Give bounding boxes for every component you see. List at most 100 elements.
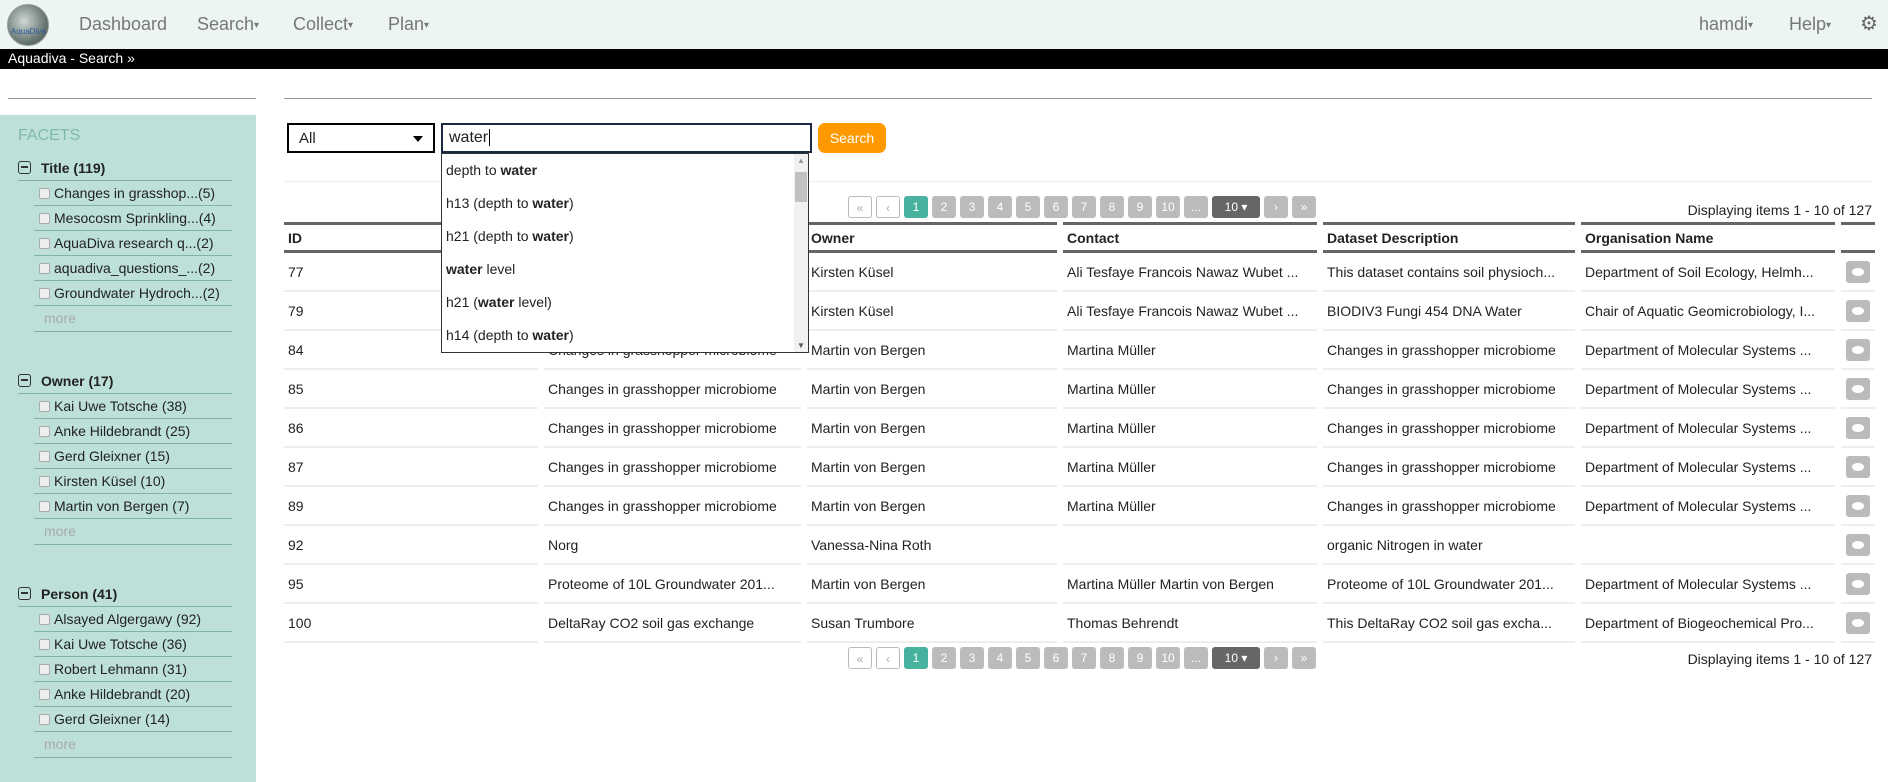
page-button[interactable]: ... [1184, 647, 1208, 669]
table-row[interactable]: 89 Changes in grasshopper microbiome Marti… [284, 487, 1875, 526]
page-size-select[interactable]: 10 ▾ [1212, 647, 1260, 669]
eye-icon[interactable] [1846, 533, 1870, 556]
eye-icon[interactable] [1846, 611, 1870, 634]
page-button[interactable]: 10 [1156, 196, 1180, 218]
facet-item[interactable]: Gerd Gleixner (14) [34, 707, 232, 732]
prev-page-button[interactable]: ‹ [876, 196, 900, 218]
checkbox[interactable] [39, 212, 50, 224]
table-row[interactable]: 95 Proteome of 10L Groundwater 201... Mart… [284, 565, 1875, 604]
facet-more-link[interactable]: more [44, 732, 232, 757]
facet-header[interactable]: Title (119) [18, 155, 232, 181]
user-menu[interactable]: hamdi▾ [1699, 14, 1753, 35]
checkbox[interactable] [39, 663, 50, 675]
next-page-button[interactable]: › [1264, 647, 1288, 669]
table-row[interactable]: 86 Changes in grasshopper microbiome Marti… [284, 409, 1875, 448]
eye-icon[interactable] [1846, 416, 1870, 439]
facet-item[interactable]: AquaDiva research q...(2) [34, 231, 232, 256]
eye-icon[interactable] [1846, 455, 1870, 478]
table-row[interactable]: 92 Norg Vanessa-Nina Roth organic Nitrogen … [284, 526, 1875, 565]
checkbox[interactable] [39, 400, 50, 412]
page-button[interactable]: 7 [1072, 647, 1096, 669]
facet-item[interactable]: aquadiva_questions_...(2) [34, 256, 232, 281]
nav-search[interactable]: Search▾ [197, 14, 259, 35]
aquadiva-logo[interactable]: AquaDiva [7, 4, 49, 46]
autocomplete-item[interactable]: water level [442, 253, 808, 286]
breadcrumb[interactable]: Aquadiva - Search » [0, 49, 1888, 69]
facet-item[interactable]: Anke Hildebrandt (25) [34, 419, 232, 444]
autocomplete-item[interactable]: depth to water [442, 154, 808, 187]
nav-collect[interactable]: Collect▾ [293, 14, 353, 35]
facet-header[interactable]: Owner (17) [18, 368, 232, 394]
checkbox[interactable] [39, 688, 50, 700]
facet-item[interactable]: Mesocosm Sprinkling...(4) [34, 206, 232, 231]
page-button[interactable]: 7 [1072, 196, 1096, 218]
scrollbar-thumb[interactable] [795, 172, 807, 202]
page-button[interactable]: 9 [1128, 647, 1152, 669]
checkbox[interactable] [39, 237, 50, 249]
page-button[interactable]: 3 [960, 647, 984, 669]
facet-more-link[interactable]: more [44, 306, 232, 331]
nav-dashboard[interactable]: Dashboard [79, 14, 167, 35]
gear-icon[interactable]: ⚙ [1860, 11, 1878, 36]
eye-icon[interactable] [1846, 338, 1870, 361]
eye-icon[interactable] [1846, 377, 1870, 400]
checkbox[interactable] [39, 425, 50, 437]
autocomplete-item[interactable]: h21 (depth to water) [442, 220, 808, 253]
column-header[interactable]: Dataset Description [1323, 222, 1575, 253]
nav-plan[interactable]: Plan▾ [388, 14, 429, 35]
column-header[interactable]: Organisation Name [1581, 222, 1835, 253]
page-button[interactable]: ... [1184, 196, 1208, 218]
facet-item[interactable]: Kirsten Küsel (10) [34, 469, 232, 494]
facet-more-link[interactable]: more [44, 519, 232, 544]
search-scope-select[interactable]: All [287, 123, 435, 153]
facet-item[interactable]: Gerd Gleixner (15) [34, 444, 232, 469]
facet-item[interactable]: Anke Hildebrandt (20) [34, 682, 232, 707]
page-button[interactable]: 3 [960, 196, 984, 218]
page-button[interactable]: 5 [1016, 647, 1040, 669]
page-button[interactable]: 2 [932, 196, 956, 218]
facet-item[interactable]: Martin von Bergen (7) [34, 494, 232, 519]
page-button[interactable]: 10 [1156, 647, 1180, 669]
checkbox[interactable] [39, 500, 50, 512]
first-page-button[interactable]: « [848, 647, 872, 669]
collapse-icon[interactable] [18, 587, 31, 600]
last-page-button[interactable]: » [1292, 196, 1316, 218]
checkbox[interactable] [39, 475, 50, 487]
autocomplete-item[interactable]: h13 (depth to water) [442, 187, 808, 220]
search-button[interactable]: Search [818, 123, 886, 153]
page-button[interactable]: 4 [988, 647, 1012, 669]
page-button[interactable]: 1 [904, 196, 928, 218]
search-input[interactable]: water [441, 123, 812, 153]
next-page-button[interactable]: › [1264, 196, 1288, 218]
checkbox[interactable] [39, 713, 50, 725]
prev-page-button[interactable]: ‹ [876, 647, 900, 669]
table-row[interactable]: 85 Changes in grasshopper microbiome Marti… [284, 370, 1875, 409]
collapse-icon[interactable] [18, 374, 31, 387]
page-button[interactable]: 2 [932, 647, 956, 669]
column-header[interactable]: Contact [1063, 222, 1317, 253]
autocomplete-item[interactable]: h21 (water level) [442, 286, 808, 319]
facet-item[interactable]: Changes in grasshop...(5) [34, 181, 232, 206]
table-row[interactable]: 87 Changes in grasshopper microbiome Marti… [284, 448, 1875, 487]
eye-icon[interactable] [1846, 572, 1870, 595]
collapse-icon[interactable] [18, 161, 31, 174]
facet-item[interactable]: Robert Lehmann (31) [34, 657, 232, 682]
page-button[interactable]: 9 [1128, 196, 1152, 218]
checkbox[interactable] [39, 287, 50, 299]
checkbox[interactable] [39, 638, 50, 650]
page-button[interactable]: 4 [988, 196, 1012, 218]
page-button[interactable]: 8 [1100, 196, 1124, 218]
help-menu[interactable]: Help▾ [1789, 14, 1831, 35]
page-button[interactable]: 1 [904, 647, 928, 669]
checkbox[interactable] [39, 450, 50, 462]
scroll-down-icon[interactable]: ▼ [797, 341, 805, 350]
checkbox[interactable] [39, 613, 50, 625]
last-page-button[interactable]: » [1292, 647, 1316, 669]
facet-item[interactable]: Alsayed Algergawy (92) [34, 607, 232, 632]
scroll-up-icon[interactable]: ▲ [797, 156, 805, 165]
page-button[interactable]: 6 [1044, 647, 1068, 669]
eye-icon[interactable] [1846, 494, 1870, 517]
facet-item[interactable]: Groundwater Hydroch...(2) [34, 281, 232, 306]
table-row[interactable]: 100 DeltaRay CO2 soil gas exchange Susan T… [284, 604, 1875, 643]
column-header[interactable]: Owner [807, 222, 1057, 253]
